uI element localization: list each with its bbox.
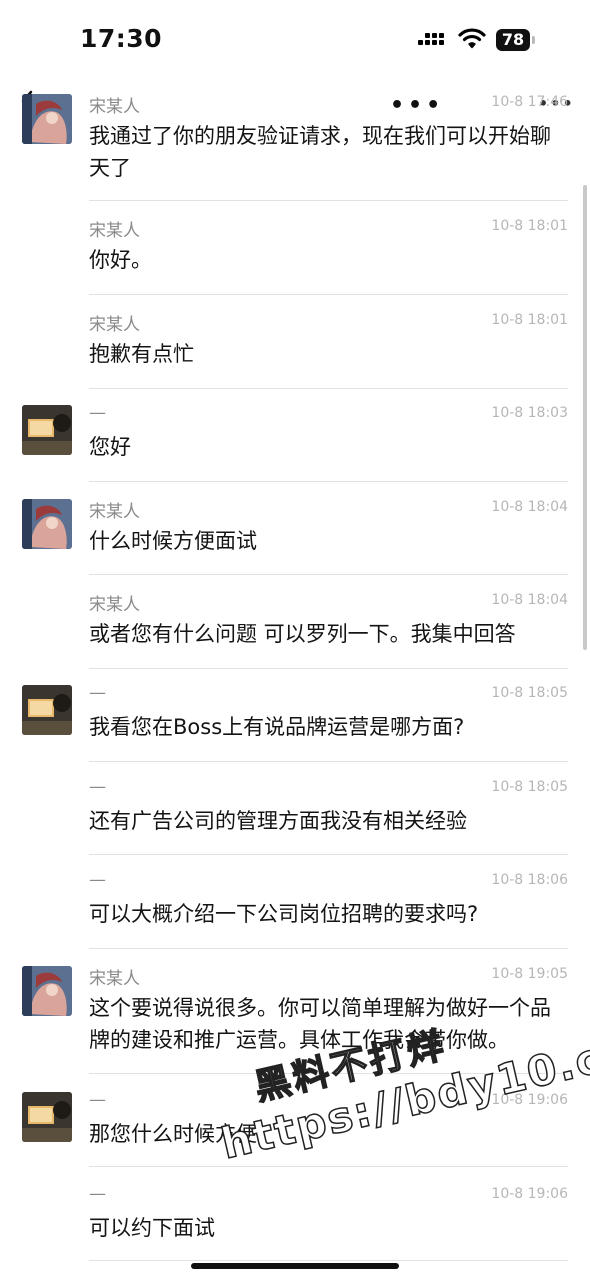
avatar[interactable] (22, 499, 72, 549)
list-item: 宋某人 10-8 18:01 你好。 (0, 210, 590, 294)
sender-name: 宋某人 (89, 969, 140, 989)
message-timestamp: 10-8 19:06 (491, 1092, 568, 1108)
message-timestamp: 10-8 18:01 (491, 218, 568, 234)
battery-tip (532, 36, 535, 44)
list-item: — 10-8 18:06 可以大概介绍一下公司岗位招聘的要求吗? (0, 864, 590, 948)
sender-name: — (89, 777, 106, 797)
message-text: 可以大概介绍一下公司岗位招聘的要求吗? (89, 902, 479, 926)
sender-name: — (89, 1090, 106, 1110)
divider (89, 294, 568, 295)
divider (89, 574, 568, 575)
message-text: 抱歉有点忙 (89, 342, 194, 366)
message-text: 我通过了你的朋友验证请求，现在我们可以开始聊天了 (89, 124, 551, 180)
sender-name: 宋某人 (89, 315, 140, 335)
status-time: 17:30 (80, 24, 163, 53)
divider (89, 761, 568, 762)
wifi-icon (458, 27, 486, 53)
list-item: — 10-8 18:03 您好 (0, 397, 590, 481)
list-item: 宋某人 10-8 18:04 或者您有什么问题 可以罗列一下。我集中回答 (0, 584, 590, 668)
message-text: 这个要说得说很多。你可以简单理解为做好一个品牌的建设和推广运营。具体工作我会带你… (89, 996, 551, 1052)
divider (89, 668, 568, 669)
message-timestamp: 10-8 18:03 (491, 405, 568, 421)
battery-icon: 78 (496, 29, 530, 51)
divider (89, 388, 568, 389)
avatar[interactable] (22, 685, 72, 735)
avatar[interactable] (22, 966, 72, 1016)
list-item: — 10-8 18:05 我看您在Boss上有说品牌运营是哪方面? (0, 677, 590, 761)
list-item: 宋某人 10-8 18:04 什么时候方便面试 (0, 491, 590, 575)
list-item: 宋某人 10-8 19:05 这个要说得说很多。你可以简单理解为做好一个品牌的建… (0, 958, 590, 1072)
sender-name: — (89, 870, 106, 890)
message-timestamp: 10-8 18:01 (491, 312, 568, 328)
message-timestamp: 10-8 18:04 (491, 499, 568, 515)
home-indicator[interactable] (191, 1263, 399, 1269)
message-text: 或者您有什么问题 可以罗列一下。我集中回答 (89, 622, 516, 646)
sender-name: 宋某人 (89, 221, 140, 241)
divider (89, 481, 568, 482)
list-item: 宋某人 10-8 17:46 我通过了你的朋友验证请求，现在我们可以开始聊天了 (0, 86, 590, 200)
message-timestamp: 10-8 19:05 (491, 966, 568, 982)
message-text: 我看您在Boss上有说品牌运营是哪方面? (89, 715, 465, 739)
sender-name: 宋某人 (89, 502, 140, 522)
message-timestamp: 10-8 18:06 (491, 872, 568, 888)
message-text: 还有广告公司的管理方面我没有相关经验 (89, 809, 467, 833)
divider (89, 200, 568, 201)
message-text: 你好。 (89, 248, 152, 272)
message-timestamp: 10-8 17:46 (491, 94, 568, 110)
divider (89, 948, 568, 949)
divider (89, 854, 568, 855)
message-text: 可以约下面试 (89, 1216, 215, 1240)
divider (89, 1166, 568, 1167)
sender-name: — (89, 683, 106, 703)
sender-name: — (89, 403, 106, 423)
scrollbar[interactable] (583, 185, 587, 650)
sender-name: 宋某人 (89, 595, 140, 615)
message-text: 什么时候方便面试 (89, 529, 257, 553)
message-timestamp: 10-8 18:04 (491, 592, 568, 608)
avatar[interactable] (22, 94, 72, 144)
avatar[interactable] (22, 405, 72, 455)
status-bar: 17:30 78 (0, 0, 590, 80)
list-item: 宋某人 10-8 18:01 抱歉有点忙 (0, 304, 590, 388)
list-item: — 10-8 19:06 那您什么时候方便 (0, 1084, 590, 1168)
divider (89, 1073, 568, 1074)
message-text: 您好 (89, 435, 131, 459)
sender-name: — (89, 1184, 106, 1204)
message-timestamp: 10-8 18:05 (491, 685, 568, 701)
cellular-signal-icon (418, 30, 448, 50)
divider (89, 1260, 568, 1261)
list-item: — 10-8 18:05 还有广告公司的管理方面我没有相关经验 (0, 771, 590, 855)
avatar[interactable] (22, 1092, 72, 1142)
message-timestamp: 10-8 19:06 (491, 1186, 568, 1202)
message-timestamp: 10-8 18:05 (491, 779, 568, 795)
list-item: — 10-8 19:06 可以约下面试 (0, 1178, 590, 1262)
message-text: 那您什么时候方便 (89, 1122, 257, 1146)
sender-name: 宋某人 (89, 97, 140, 117)
